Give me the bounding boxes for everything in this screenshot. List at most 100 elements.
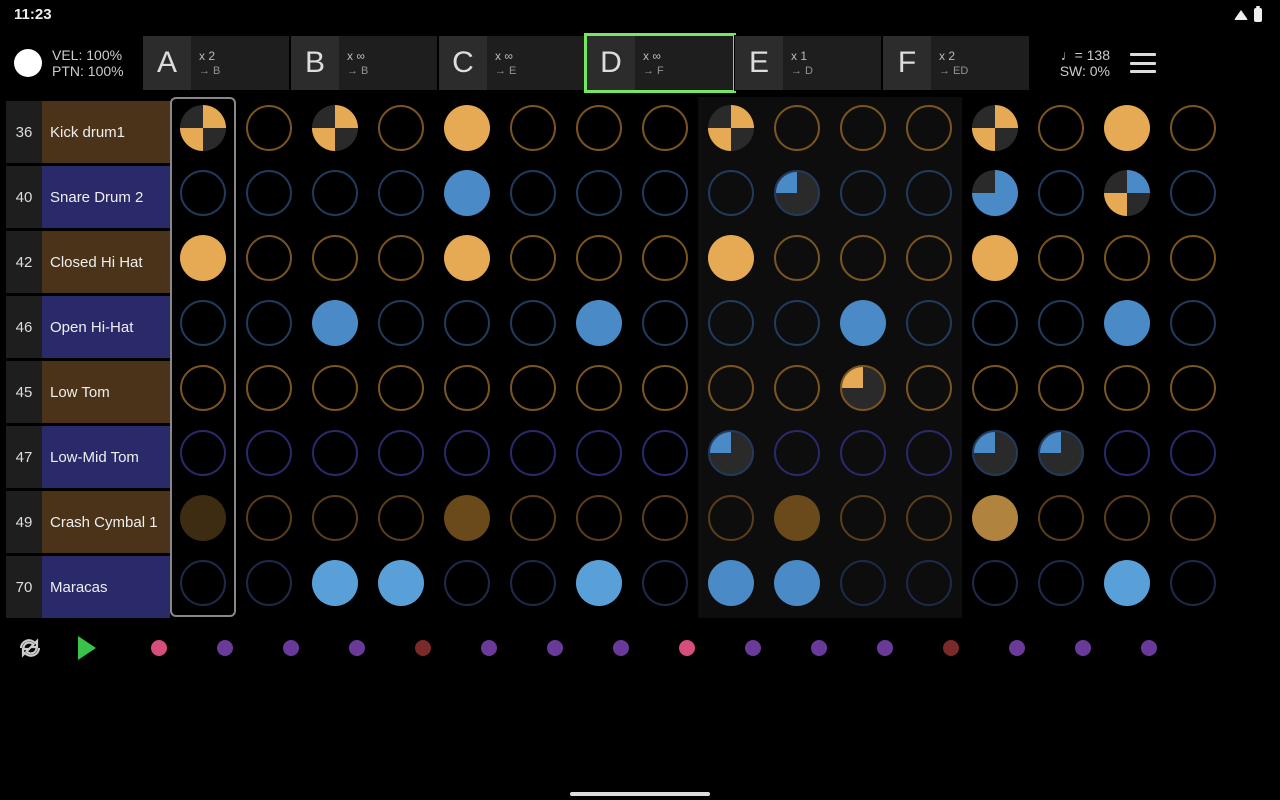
step-cell[interactable]: [236, 422, 302, 484]
step-cell[interactable]: [896, 552, 962, 614]
track-label[interactable]: 70 Maracas: [6, 556, 170, 618]
pattern-b[interactable]: B x ∞ → B: [290, 35, 438, 91]
step-cell[interactable]: [302, 357, 368, 419]
track-label[interactable]: 40 Snare Drum 2: [6, 166, 170, 228]
step-cell[interactable]: [698, 422, 764, 484]
step-cell[interactable]: [830, 227, 896, 289]
step-cell[interactable]: [1094, 487, 1160, 549]
step-cell[interactable]: [302, 292, 368, 354]
step-cell[interactable]: [962, 552, 1028, 614]
step-cell[interactable]: [500, 227, 566, 289]
step-cell[interactable]: [698, 552, 764, 614]
step-cell[interactable]: [896, 292, 962, 354]
track-label[interactable]: 49 Crash Cymbal 1: [6, 491, 170, 553]
step-indicator[interactable]: [126, 640, 192, 656]
step-cell[interactable]: [434, 97, 500, 159]
step-cell[interactable]: [170, 97, 236, 159]
step-cell[interactable]: [830, 357, 896, 419]
step-indicator[interactable]: [324, 640, 390, 656]
step-cell[interactable]: [896, 97, 962, 159]
pattern-e[interactable]: E x 1 → D: [734, 35, 882, 91]
step-cell[interactable]: [566, 97, 632, 159]
step-cell[interactable]: [368, 227, 434, 289]
track-label[interactable]: 42 Closed Hi Hat: [6, 231, 170, 293]
step-cell[interactable]: [830, 292, 896, 354]
pattern-a[interactable]: A x 2 → B: [142, 35, 290, 91]
step-cell[interactable]: [896, 422, 962, 484]
step-cell[interactable]: [962, 487, 1028, 549]
step-cell[interactable]: [698, 292, 764, 354]
step-cell[interactable]: [962, 97, 1028, 159]
step-cell[interactable]: [236, 162, 302, 224]
step-cell[interactable]: [830, 552, 896, 614]
step-cell[interactable]: [236, 292, 302, 354]
step-indicator[interactable]: [984, 640, 1050, 656]
step-cell[interactable]: [170, 487, 236, 549]
step-indicator[interactable]: [1050, 640, 1116, 656]
step-cell[interactable]: [434, 357, 500, 419]
menu-button[interactable]: [1130, 53, 1156, 73]
step-cell[interactable]: [632, 422, 698, 484]
step-cell[interactable]: [302, 422, 368, 484]
step-cell[interactable]: [764, 487, 830, 549]
step-cell[interactable]: [368, 292, 434, 354]
step-indicator[interactable]: [720, 640, 786, 656]
play-button[interactable]: [78, 636, 96, 660]
step-cell[interactable]: [1094, 227, 1160, 289]
step-cell[interactable]: [632, 227, 698, 289]
step-cell[interactable]: [236, 357, 302, 419]
step-cell[interactable]: [1028, 227, 1094, 289]
step-cell[interactable]: [1028, 552, 1094, 614]
step-cell[interactable]: [896, 227, 962, 289]
step-cell[interactable]: [566, 162, 632, 224]
step-cell[interactable]: [368, 357, 434, 419]
step-cell[interactable]: [434, 552, 500, 614]
step-indicator[interactable]: [786, 640, 852, 656]
step-indicator[interactable]: [258, 640, 324, 656]
step-cell[interactable]: [1028, 357, 1094, 419]
step-cell[interactable]: [302, 487, 368, 549]
step-cell[interactable]: [830, 422, 896, 484]
step-cell[interactable]: [632, 552, 698, 614]
track-label[interactable]: 46 Open Hi-Hat: [6, 296, 170, 358]
step-cell[interactable]: [434, 162, 500, 224]
step-cell[interactable]: [236, 487, 302, 549]
step-cell[interactable]: [1160, 357, 1226, 419]
step-cell[interactable]: [1160, 97, 1226, 159]
tempo-block[interactable]: ♩= 138 SW: 0%: [1040, 47, 1110, 79]
step-cell[interactable]: [500, 292, 566, 354]
step-indicator[interactable]: [456, 640, 522, 656]
step-cell[interactable]: [632, 487, 698, 549]
pattern-f[interactable]: F x 2 → ED: [882, 35, 1030, 91]
velocity-block[interactable]: VEL: 100% PTN: 100%: [52, 47, 132, 79]
step-cell[interactable]: [500, 162, 566, 224]
step-cell[interactable]: [896, 487, 962, 549]
step-cell[interactable]: [368, 162, 434, 224]
step-cell[interactable]: [170, 227, 236, 289]
step-cell[interactable]: [962, 162, 1028, 224]
step-cell[interactable]: [368, 552, 434, 614]
step-cell[interactable]: [764, 97, 830, 159]
step-cell[interactable]: [632, 357, 698, 419]
step-cell[interactable]: [1028, 292, 1094, 354]
step-cell[interactable]: [764, 292, 830, 354]
step-cell[interactable]: [1028, 487, 1094, 549]
step-cell[interactable]: [1028, 97, 1094, 159]
step-cell[interactable]: [302, 552, 368, 614]
step-cell[interactable]: [1028, 162, 1094, 224]
step-cell[interactable]: [170, 552, 236, 614]
step-cell[interactable]: [632, 162, 698, 224]
step-cell[interactable]: [698, 357, 764, 419]
step-cell[interactable]: [962, 292, 1028, 354]
pattern-d[interactable]: D x ∞ → F: [586, 35, 734, 91]
step-cell[interactable]: [1160, 227, 1226, 289]
step-cell[interactable]: [566, 227, 632, 289]
step-cell[interactable]: [368, 422, 434, 484]
step-cell[interactable]: [698, 487, 764, 549]
step-cell[interactable]: [1094, 357, 1160, 419]
step-cell[interactable]: [1094, 552, 1160, 614]
step-cell[interactable]: [632, 292, 698, 354]
step-cell[interactable]: [1160, 162, 1226, 224]
step-indicator[interactable]: [588, 640, 654, 656]
step-cell[interactable]: [830, 162, 896, 224]
